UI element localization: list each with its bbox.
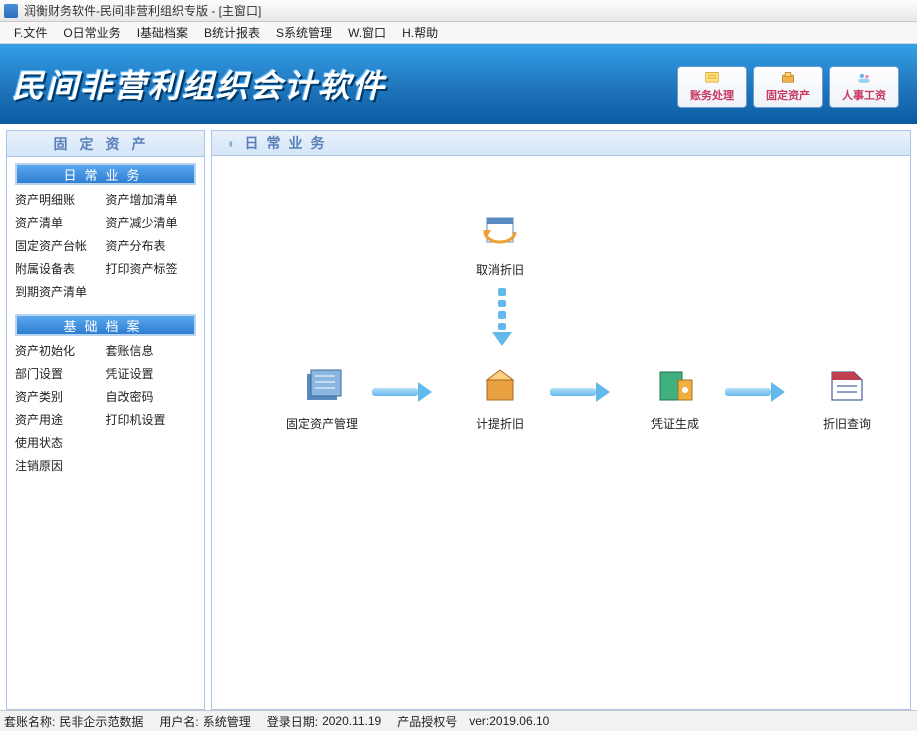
item-dept-setup[interactable]: 部门设置	[15, 365, 106, 382]
sidebar-body: 日常业务 资产明细账 资产增加清单 资产清单 资产减少清单 固定资产台帐 资产分…	[7, 157, 204, 709]
menu-help[interactable]: H.帮助	[394, 22, 446, 43]
menu-system[interactable]: S系统管理	[268, 22, 340, 43]
flow-arrow-down	[494, 286, 510, 346]
sidebar: 固定资产 日常业务 资产明细账 资产增加清单 资产清单 资产减少清单 固定资产台…	[6, 130, 205, 710]
node-calc-depreciation[interactable]: 计提折旧	[455, 366, 545, 432]
main-title: 日常业务	[211, 130, 911, 156]
people-icon	[855, 71, 873, 85]
item-change-password[interactable]: 自改密码	[106, 388, 197, 405]
status-auth-label: 产品授权号	[397, 713, 457, 730]
status-login-value: 2020.11.19	[322, 714, 381, 728]
item-asset-usage[interactable]: 资产用途	[15, 411, 106, 428]
status-user-label: 用户名:	[159, 713, 198, 730]
item-expired-asset-list[interactable]: 到期资产清单	[15, 283, 106, 300]
main-panel: 日常业务 取消折旧 固定资产管理	[211, 130, 911, 710]
item-asset-category[interactable]: 资产类别	[15, 388, 106, 405]
node-voucher-label: 凭证生成	[630, 415, 720, 432]
menu-report[interactable]: B统计报表	[196, 22, 268, 43]
node-asset-mgmt[interactable]: 固定资产管理	[277, 366, 367, 432]
node-voucher-gen[interactable]: 凭证生成	[630, 366, 720, 432]
item-asset-reduce-list[interactable]: 资产减少清单	[106, 214, 197, 231]
item-accessory-table[interactable]: 附属设备表	[15, 260, 106, 277]
titlebar: 润衡财务软件-民间非营利组织专版 - [主窗口]	[0, 0, 917, 22]
flow-arrow-2	[550, 384, 610, 400]
flow-arrow-3	[725, 384, 785, 400]
item-asset-distribution[interactable]: 资产分布表	[106, 237, 197, 254]
section-daily-ops-items: 资产明细账 资产增加清单 资产清单 资产减少清单 固定资产台帐 资产分布表 附属…	[15, 191, 196, 300]
menu-file[interactable]: F.文件	[6, 22, 55, 43]
menu-archive[interactable]: I基础档案	[129, 22, 196, 43]
menu-daily-ops[interactable]: O日常业务	[55, 22, 128, 43]
status-account-value: 民非企示范数据	[59, 713, 143, 730]
workspace: 固定资产 日常业务 资产明细账 资产增加清单 资产清单 资产减少清单 固定资产台…	[0, 124, 917, 710]
section-archive[interactable]: 基础档案	[15, 314, 196, 336]
window-title: 润衡财务软件-民间非营利组织专版 - [主窗口]	[24, 2, 261, 19]
node-calc-label: 计提折旧	[455, 415, 545, 432]
calc-depreciation-icon	[477, 366, 523, 406]
node-cancel-depreciation[interactable]: 取消折旧	[455, 212, 545, 278]
item-fixed-asset-ledger[interactable]: 固定资产台帐	[15, 237, 106, 254]
flow-canvas: 取消折旧 固定资产管理 计提折旧	[211, 156, 911, 710]
btn-hr-salary-label: 人事工资	[842, 87, 886, 103]
status-login-label: 登录日期:	[267, 713, 318, 730]
node-query-label: 折旧查询	[802, 415, 892, 432]
status-auth-value: ver:2019.06.10	[469, 714, 549, 728]
ledger-icon	[703, 71, 721, 85]
voucher-icon	[652, 366, 698, 406]
banner-buttons: 账务处理 固定资产 人事工资	[677, 66, 899, 108]
section-daily-ops[interactable]: 日常业务	[15, 163, 196, 185]
item-voucher-setup[interactable]: 凭证设置	[106, 365, 197, 382]
item-asset-list[interactable]: 资产清单	[15, 214, 106, 231]
query-icon	[824, 366, 870, 406]
banner: 民间非营利组织会计软件 账务处理 固定资产 人事工资	[0, 44, 917, 124]
sidebar-title: 固定资产	[7, 131, 204, 157]
item-printer-setup[interactable]: 打印机设置	[106, 411, 197, 428]
menu-window[interactable]: W.窗口	[340, 22, 394, 43]
item-print-asset-label[interactable]: 打印资产标签	[106, 260, 197, 277]
node-depreciation-query[interactable]: 折旧查询	[802, 366, 892, 432]
node-cancel-label: 取消折旧	[455, 261, 545, 278]
asset-mgmt-icon	[299, 366, 345, 406]
item-asset-detail-ledger[interactable]: 资产明细账	[15, 191, 106, 208]
btn-accounting-label: 账务处理	[690, 87, 734, 103]
cancel-depreciation-icon	[477, 212, 523, 252]
btn-fixed-assets-label: 固定资产	[766, 87, 810, 103]
node-asset-mgmt-label: 固定资产管理	[277, 415, 367, 432]
status-account-label: 套账名称:	[4, 713, 55, 730]
item-account-info[interactable]: 套账信息	[106, 342, 197, 359]
statusbar: 套账名称: 民非企示范数据 用户名: 系统管理 登录日期: 2020.11.19…	[0, 710, 917, 731]
btn-hr-salary[interactable]: 人事工资	[829, 66, 899, 108]
section-archive-items: 资产初始化 套账信息 部门设置 凭证设置 资产类别 自改密码 资产用途 打印机设…	[15, 342, 196, 474]
banner-title: 民间非营利组织会计软件	[12, 61, 386, 107]
asset-icon	[779, 71, 797, 85]
item-use-status[interactable]: 使用状态	[15, 434, 106, 451]
flow-arrow-1	[372, 384, 432, 400]
btn-fixed-assets[interactable]: 固定资产	[753, 66, 823, 108]
btn-accounting[interactable]: 账务处理	[677, 66, 747, 108]
item-asset-add-list[interactable]: 资产增加清单	[106, 191, 197, 208]
item-cancel-reason[interactable]: 注销原因	[15, 457, 106, 474]
status-user-value: 系统管理	[203, 713, 251, 730]
menubar: F.文件 O日常业务 I基础档案 B统计报表 S系统管理 W.窗口 H.帮助	[0, 22, 917, 44]
app-icon	[4, 4, 18, 18]
item-asset-init[interactable]: 资产初始化	[15, 342, 106, 359]
